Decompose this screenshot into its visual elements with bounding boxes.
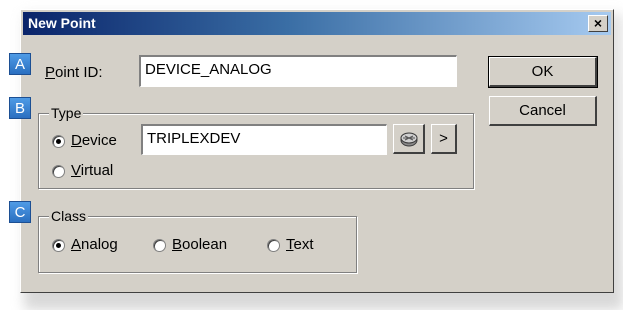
cancel-button[interactable]: Cancel (489, 96, 597, 126)
text-radio[interactable] (267, 239, 280, 252)
virtual-radio-label[interactable]: Virtual (71, 162, 113, 179)
point-id-label: Point ID: (45, 64, 103, 81)
text-radio-label[interactable]: Text (286, 236, 314, 253)
close-button[interactable]: × (588, 15, 608, 32)
dialog-title: New Point (28, 15, 96, 31)
ok-button[interactable]: OK (488, 56, 598, 88)
device-more-button[interactable]: > (431, 124, 457, 154)
boolean-radio[interactable] (153, 239, 166, 252)
device-input[interactable]: TRIPLEXDEV (141, 124, 387, 155)
new-point-dialog: New Point × Point ID: DEVICE_ANALOG OK C… (20, 9, 614, 293)
point-id-input[interactable]: DEVICE_ANALOG (139, 55, 457, 87)
analog-radio-label[interactable]: Analog (71, 236, 118, 253)
device-browse-icon (400, 132, 417, 147)
boolean-radio-label[interactable]: Boolean (172, 236, 227, 253)
analog-radio-dot (56, 243, 61, 248)
device-radio-dot (56, 139, 61, 144)
virtual-radio[interactable] (52, 165, 65, 178)
device-radio-label[interactable]: Device (71, 132, 117, 149)
marker-a: A (9, 53, 31, 75)
device-radio[interactable] (52, 135, 65, 148)
analog-radio[interactable] (52, 239, 65, 252)
class-group-legend: Class (49, 208, 89, 224)
title-bar[interactable]: New Point × (23, 12, 611, 35)
marker-b: B (9, 97, 31, 119)
close-icon: × (593, 15, 603, 31)
type-group-legend: Type (49, 105, 84, 121)
device-browse-button[interactable] (393, 124, 425, 154)
marker-c: C (9, 201, 31, 223)
